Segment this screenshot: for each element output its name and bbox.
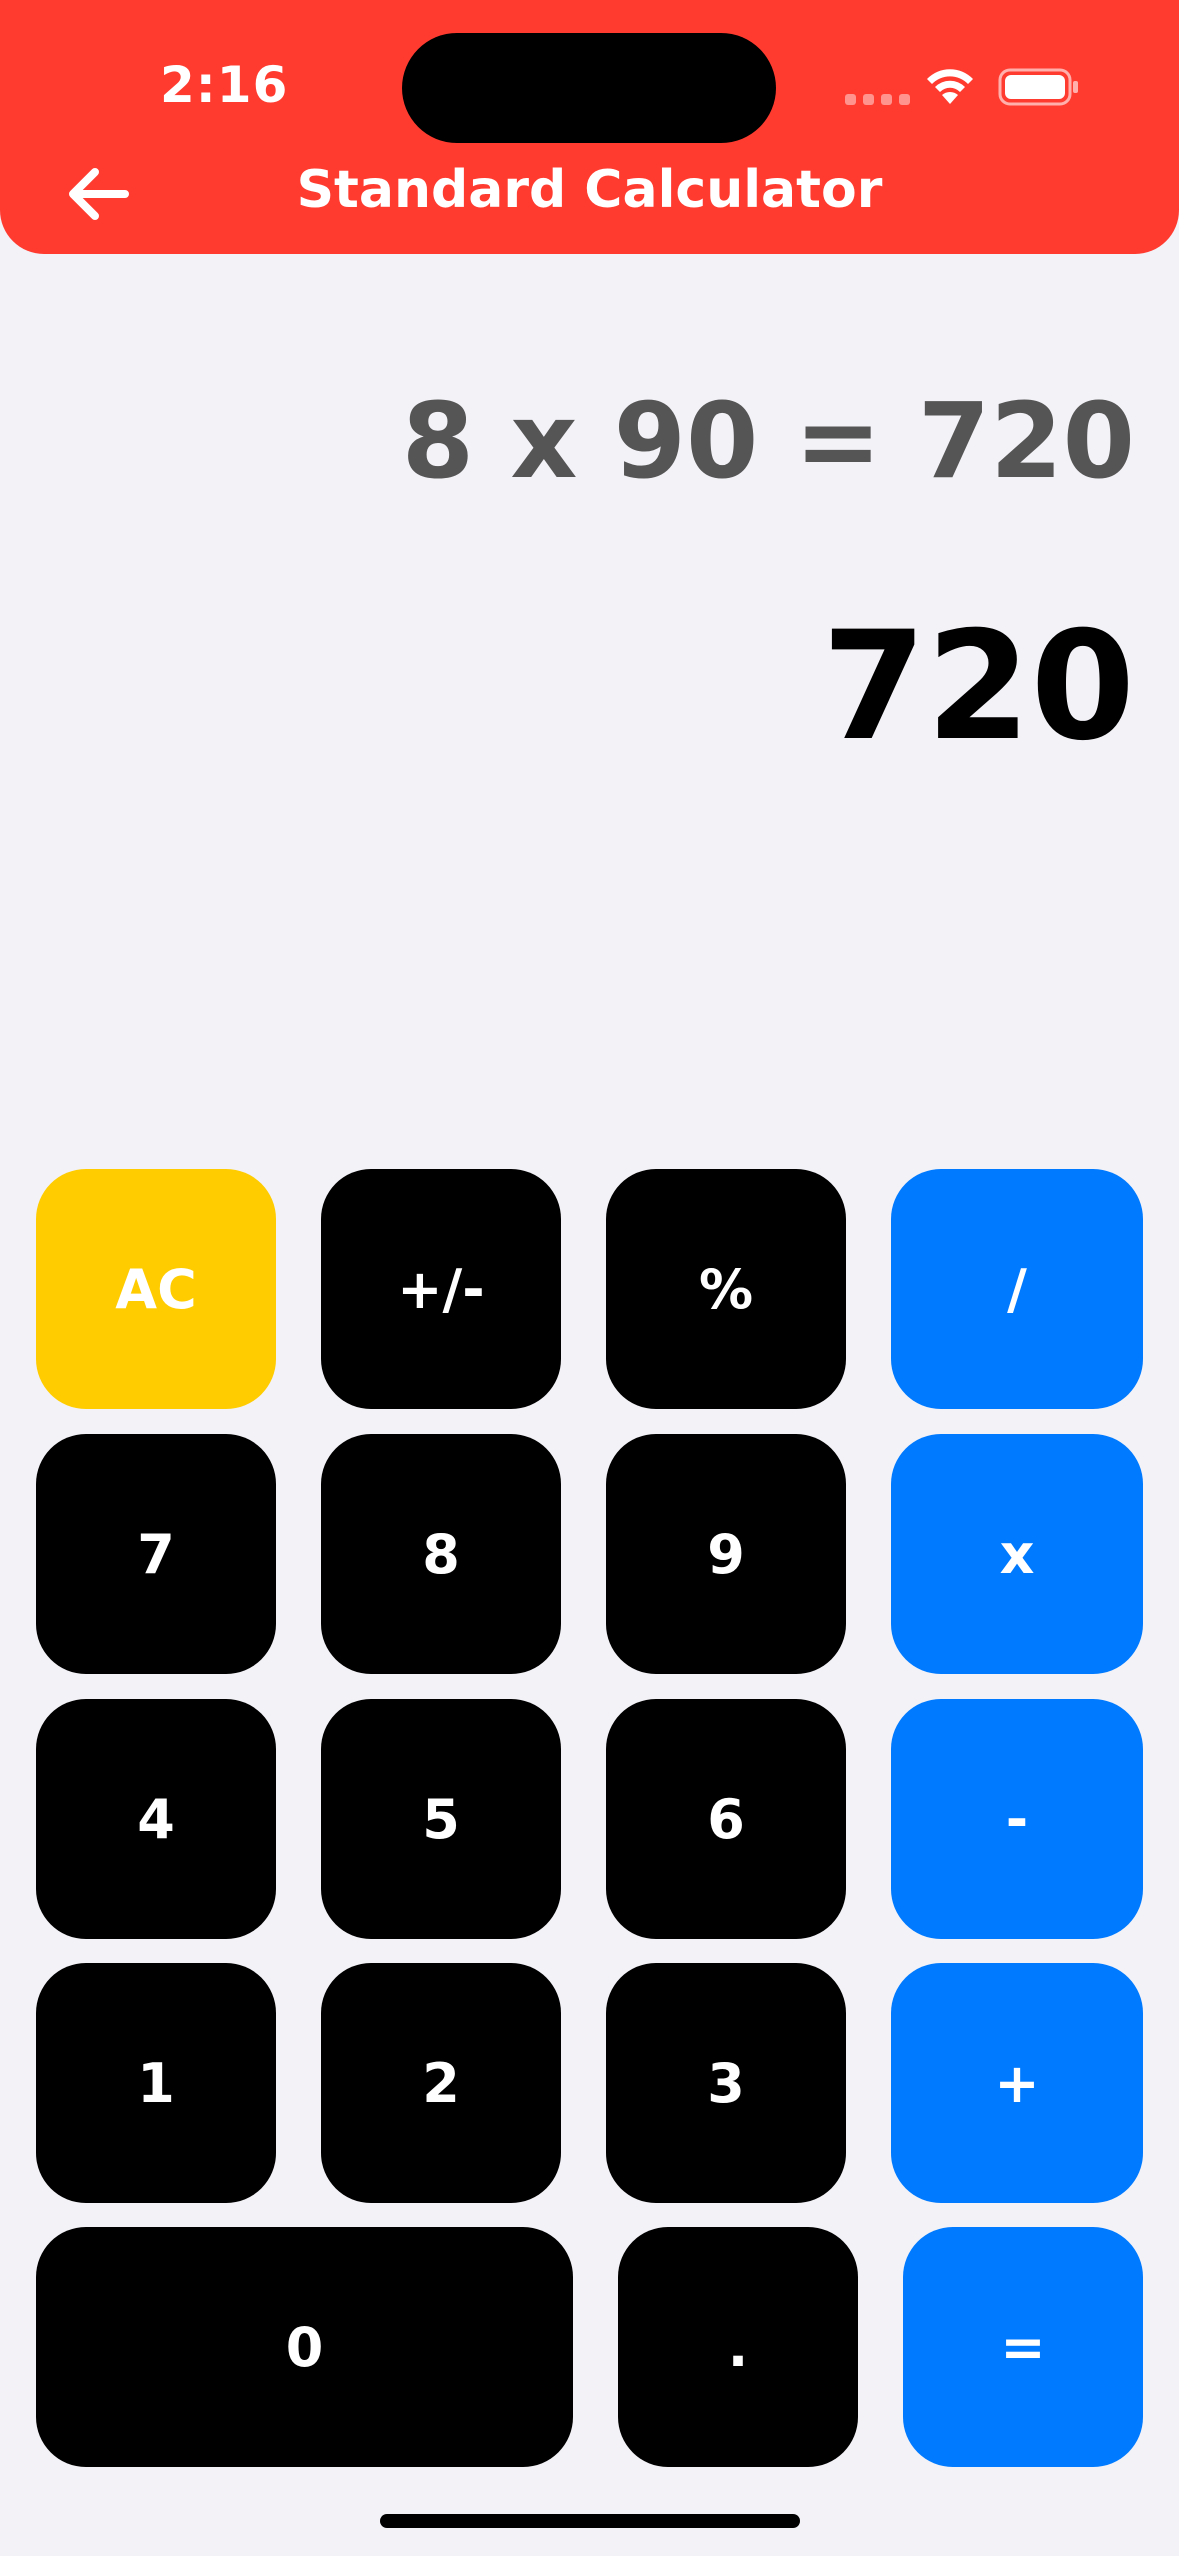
multiply-button[interactable]: x (891, 1434, 1143, 1674)
status-time: 2:16 (160, 56, 289, 114)
digit-3-button[interactable]: 3 (606, 1963, 846, 2203)
expression-display: 8 x 90 = 720 (401, 380, 1135, 502)
digit-1-button[interactable]: 1 (36, 1963, 276, 2203)
app-header: 2:16 Standard Calculator (0, 0, 1179, 254)
result-display: 720 (821, 600, 1135, 774)
minus-button[interactable]: - (891, 1699, 1143, 1939)
digit-4-button[interactable]: 4 (36, 1699, 276, 1939)
digit-8-button[interactable]: 8 (321, 1434, 561, 1674)
digit-5-button[interactable]: 5 (321, 1699, 561, 1939)
digit-2-button[interactable]: 2 (321, 1963, 561, 2203)
digit-6-button[interactable]: 6 (606, 1699, 846, 1939)
percent-button[interactable]: % (606, 1169, 846, 1409)
digit-0-button[interactable]: 0 (36, 2227, 573, 2467)
dynamic-island (402, 33, 776, 143)
divide-button[interactable]: / (891, 1169, 1143, 1409)
decimal-button[interactable]: . (618, 2227, 858, 2467)
equals-button[interactable]: = (903, 2227, 1143, 2467)
cellular-signal-icon (845, 94, 910, 105)
battery-icon (998, 68, 1078, 106)
all-clear-button[interactable]: AC (36, 1169, 276, 1409)
digit-9-button[interactable]: 9 (606, 1434, 846, 1674)
page-title: Standard Calculator (296, 160, 883, 220)
plus-minus-button[interactable]: +/- (321, 1169, 561, 1409)
digit-7-button[interactable]: 7 (36, 1434, 276, 1674)
wifi-icon (927, 69, 973, 104)
home-indicator[interactable] (380, 2514, 800, 2528)
plus-button[interactable]: + (891, 1963, 1143, 2203)
